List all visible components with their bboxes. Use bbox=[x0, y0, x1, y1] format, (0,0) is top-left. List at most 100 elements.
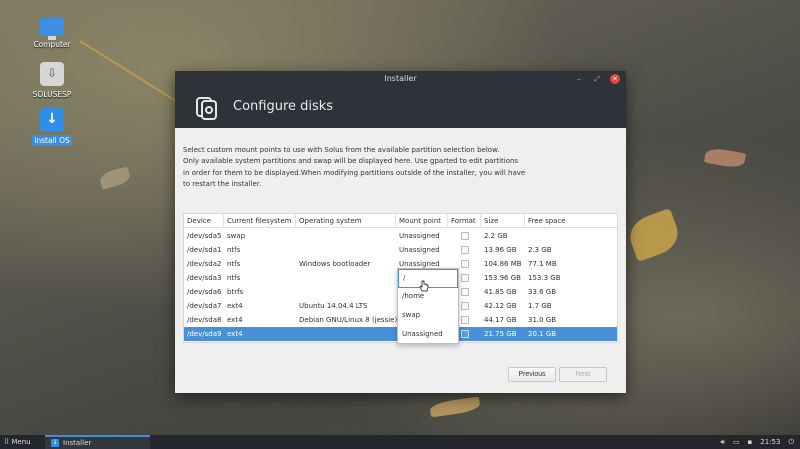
desktop-icon-solusesp[interactable]: ⇩ SOLUSESP bbox=[26, 62, 78, 100]
cell-free: 153.3 GB bbox=[528, 274, 561, 282]
previous-button[interactable]: Previous bbox=[508, 367, 556, 382]
cell-size: 153.96 GB bbox=[484, 274, 521, 282]
dropdown-option[interactable]: Unassigned bbox=[398, 326, 458, 345]
cell-device: /dev/sda6 bbox=[187, 288, 222, 296]
cell-mount[interactable]: Unassigned bbox=[396, 243, 440, 257]
cell-free: 31.0 GB bbox=[528, 316, 557, 324]
cell-device: /dev/sda1 bbox=[187, 246, 222, 254]
format-checkbox[interactable] bbox=[461, 260, 469, 268]
window-titlebar[interactable]: Installer ‒ ⤢ ✕ bbox=[175, 71, 626, 87]
description-line: Only available system partitions and swa… bbox=[183, 157, 519, 166]
leaf-decoration bbox=[624, 207, 684, 263]
table-header: Device Current filesystem Operating syst… bbox=[184, 214, 617, 228]
column-header-free[interactable]: Free space bbox=[525, 214, 617, 228]
format-checkbox[interactable] bbox=[461, 302, 469, 310]
table-row[interactable]: /dev/sda1 ntfs Unassigned 13.96 GB 2.3 GB bbox=[184, 243, 617, 257]
maximize-icon[interactable]: ⤢ bbox=[592, 71, 602, 87]
cell-fs: ext4 bbox=[227, 316, 243, 324]
desktop-icon-label: Install OS bbox=[32, 135, 72, 146]
description-line: in order for them to be displayed.When m… bbox=[183, 168, 526, 177]
close-icon[interactable]: ✕ bbox=[610, 74, 620, 84]
page-title: Configure disks bbox=[233, 99, 334, 114]
column-header-filesystem[interactable]: Current filesystem bbox=[224, 214, 296, 228]
leaf-stem bbox=[79, 40, 183, 106]
window-title: Installer bbox=[384, 74, 417, 83]
cell-os bbox=[296, 271, 299, 285]
column-header-os[interactable]: Operating system bbox=[296, 214, 396, 228]
power-icon[interactable]: ⏻ bbox=[788, 435, 794, 449]
column-header-mount[interactable]: Mount point bbox=[396, 214, 448, 228]
format-checkbox[interactable] bbox=[461, 246, 469, 254]
download-arrow-icon: ↓ bbox=[40, 108, 64, 132]
notification-icon[interactable]: ▭ bbox=[733, 435, 740, 449]
next-button[interactable]: Next bbox=[559, 367, 607, 382]
cell-free: 2.3 GB bbox=[528, 246, 552, 254]
cell-mount[interactable]: Unassigned bbox=[396, 229, 440, 243]
taskbar-item-installer[interactable]: ↓ Installer bbox=[45, 435, 150, 449]
cell-device: /dev/sda9 bbox=[187, 330, 222, 338]
table-row[interactable]: /dev/sda5 swap Unassigned 2.2 GB bbox=[184, 229, 617, 243]
cell-free: 1.7 GB bbox=[528, 302, 552, 310]
format-checkbox[interactable] bbox=[461, 330, 469, 338]
desktop-icon-computer[interactable]: Computer bbox=[26, 14, 78, 50]
description-line: Select custom mount points to use with S… bbox=[183, 146, 500, 154]
cell-device: /dev/sda5 bbox=[187, 232, 222, 240]
disks-icon bbox=[196, 97, 217, 120]
desktop-icon-label: SOLUSESP bbox=[32, 90, 72, 99]
taskbar: ⠿ Menu ↓ Installer 🔊︎ ▭ ▪ 21:53 ⏻ bbox=[0, 435, 800, 449]
installer-window: Installer ‒ ⤢ ✕ Configure disks Select c… bbox=[175, 71, 626, 393]
cell-fs: ntfs bbox=[227, 260, 241, 268]
cell-fs: ext4 bbox=[227, 330, 243, 338]
cell-os: Ubuntu 14.04.4 LTS bbox=[299, 302, 368, 310]
cell-free: 77.1 MB bbox=[528, 260, 557, 268]
leaf-decoration bbox=[98, 166, 132, 190]
cell-size: 41.85 GB bbox=[484, 288, 517, 296]
clock[interactable]: 21:53 bbox=[760, 435, 780, 449]
leaf-decoration bbox=[429, 396, 481, 418]
cell-fs: ext4 bbox=[227, 302, 243, 310]
cell-size: 2.2 GB bbox=[484, 232, 508, 240]
format-checkbox[interactable] bbox=[461, 316, 469, 324]
system-tray: 🔊︎ ▭ ▪ 21:53 ⏻ bbox=[720, 435, 794, 449]
dropdown-option[interactable]: swap bbox=[398, 307, 458, 326]
format-checkbox[interactable] bbox=[461, 288, 469, 296]
volume-icon[interactable]: 🔊︎ bbox=[720, 435, 724, 449]
description-text: Select custom mount points to use with S… bbox=[183, 145, 526, 190]
keyboard-icon[interactable]: ▪ bbox=[748, 435, 753, 449]
format-checkbox[interactable] bbox=[461, 232, 469, 240]
format-checkbox[interactable] bbox=[461, 274, 469, 282]
download-arrow-icon: ↓ bbox=[51, 439, 59, 447]
cell-size: 21.75 GB bbox=[484, 330, 517, 338]
cell-free: 20.1 GB bbox=[528, 330, 557, 338]
cell-device: /dev/sda7 bbox=[187, 302, 222, 310]
desktop-icon-install-os[interactable]: ↓ Install OS bbox=[26, 108, 78, 146]
cell-fs: btrfs bbox=[227, 288, 244, 296]
cell-os bbox=[296, 243, 299, 257]
cell-device: /dev/sda2 bbox=[187, 260, 222, 268]
cell-fs: ntfs bbox=[227, 246, 241, 254]
menu-button[interactable]: ⠿ Menu bbox=[4, 435, 31, 449]
cell-fs: swap bbox=[227, 232, 246, 240]
cell-fs: ntfs bbox=[227, 274, 241, 282]
monitor-icon bbox=[40, 18, 64, 40]
cell-os bbox=[296, 327, 299, 341]
cell-size: 42.12 GB bbox=[484, 302, 517, 310]
page-header: Configure disks bbox=[175, 87, 626, 128]
desktop-icon-label: Computer bbox=[33, 40, 71, 49]
leaf-decoration bbox=[703, 146, 747, 170]
column-header-format[interactable]: Format bbox=[448, 214, 481, 228]
menu-label: Menu bbox=[11, 438, 31, 446]
cell-device: /dev/sda3 bbox=[187, 274, 222, 282]
cell-os: Windows bootloader bbox=[299, 260, 371, 268]
column-header-device[interactable]: Device bbox=[184, 214, 224, 228]
cell-os bbox=[296, 285, 299, 299]
taskbar-item-label: Installer bbox=[63, 439, 92, 447]
cell-free bbox=[525, 229, 528, 243]
cell-os: Debian GNU/Linux 8 (jessie) bbox=[299, 316, 398, 324]
grid-icon: ⠿ bbox=[4, 438, 10, 446]
cell-size: 13.96 GB bbox=[484, 246, 517, 254]
hand-cursor-icon bbox=[419, 280, 429, 292]
cell-size: 104.86 MB bbox=[484, 260, 522, 268]
minimize-icon[interactable]: ‒ bbox=[574, 71, 584, 87]
column-header-size[interactable]: Size bbox=[481, 214, 525, 228]
